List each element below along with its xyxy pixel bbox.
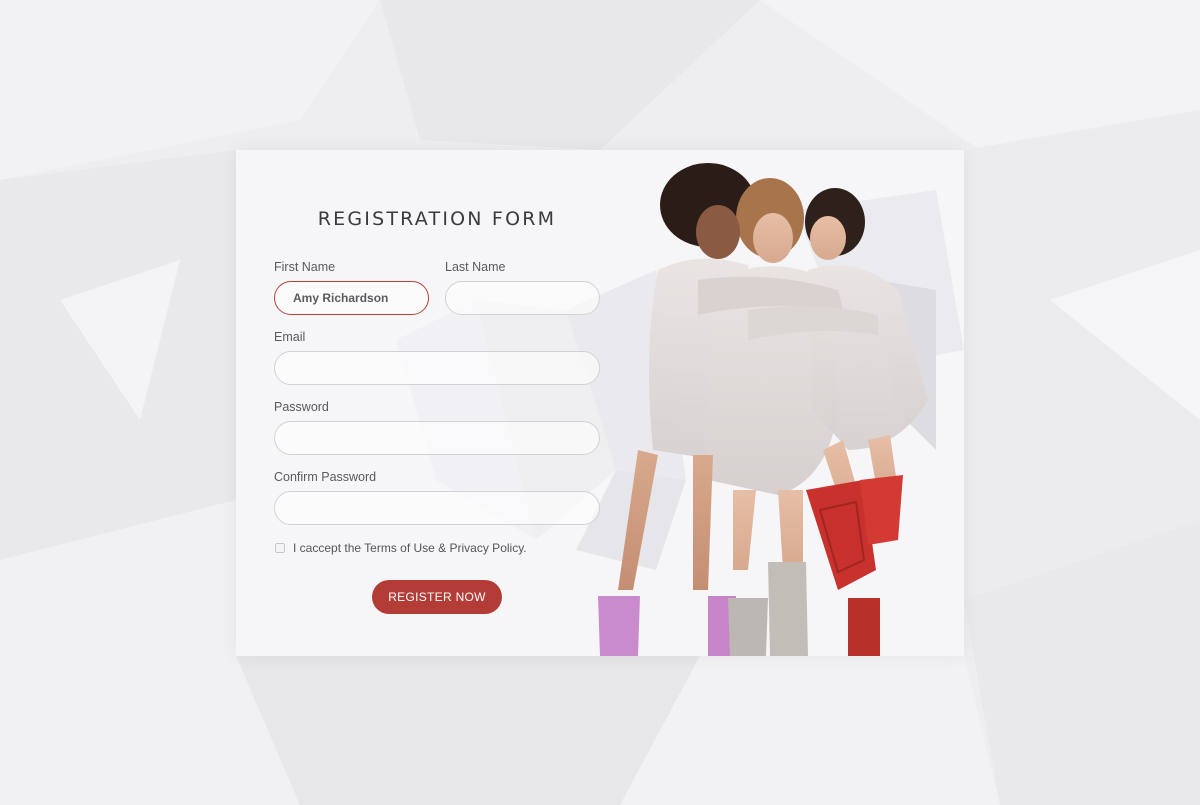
last-name-label: Last Name [445,260,506,274]
photo-three-women-rain-boots-icon [598,150,964,656]
terms-checkbox[interactable] [275,543,285,553]
first-name-label: First Name [274,260,336,274]
first-name-input[interactable] [274,281,429,315]
confirm-password-label: Confirm Password [274,470,377,484]
password-input[interactable] [274,421,600,455]
registration-card: REGISTRATION FORM First Name Last Name E… [236,150,964,656]
terms-label: I caccept the Terms of Use & Privacy Pol… [293,541,527,555]
form-panel: REGISTRATION FORM First Name Last Name E… [236,150,636,656]
form-title: REGISTRATION FORM [317,208,557,230]
last-name-input[interactable] [445,281,600,315]
password-label: Password [274,400,329,414]
confirm-password-input[interactable] [274,491,600,525]
register-now-button[interactable]: REGISTER NOW [372,580,502,614]
email-label: Email [274,330,306,344]
email-input[interactable] [274,351,600,385]
